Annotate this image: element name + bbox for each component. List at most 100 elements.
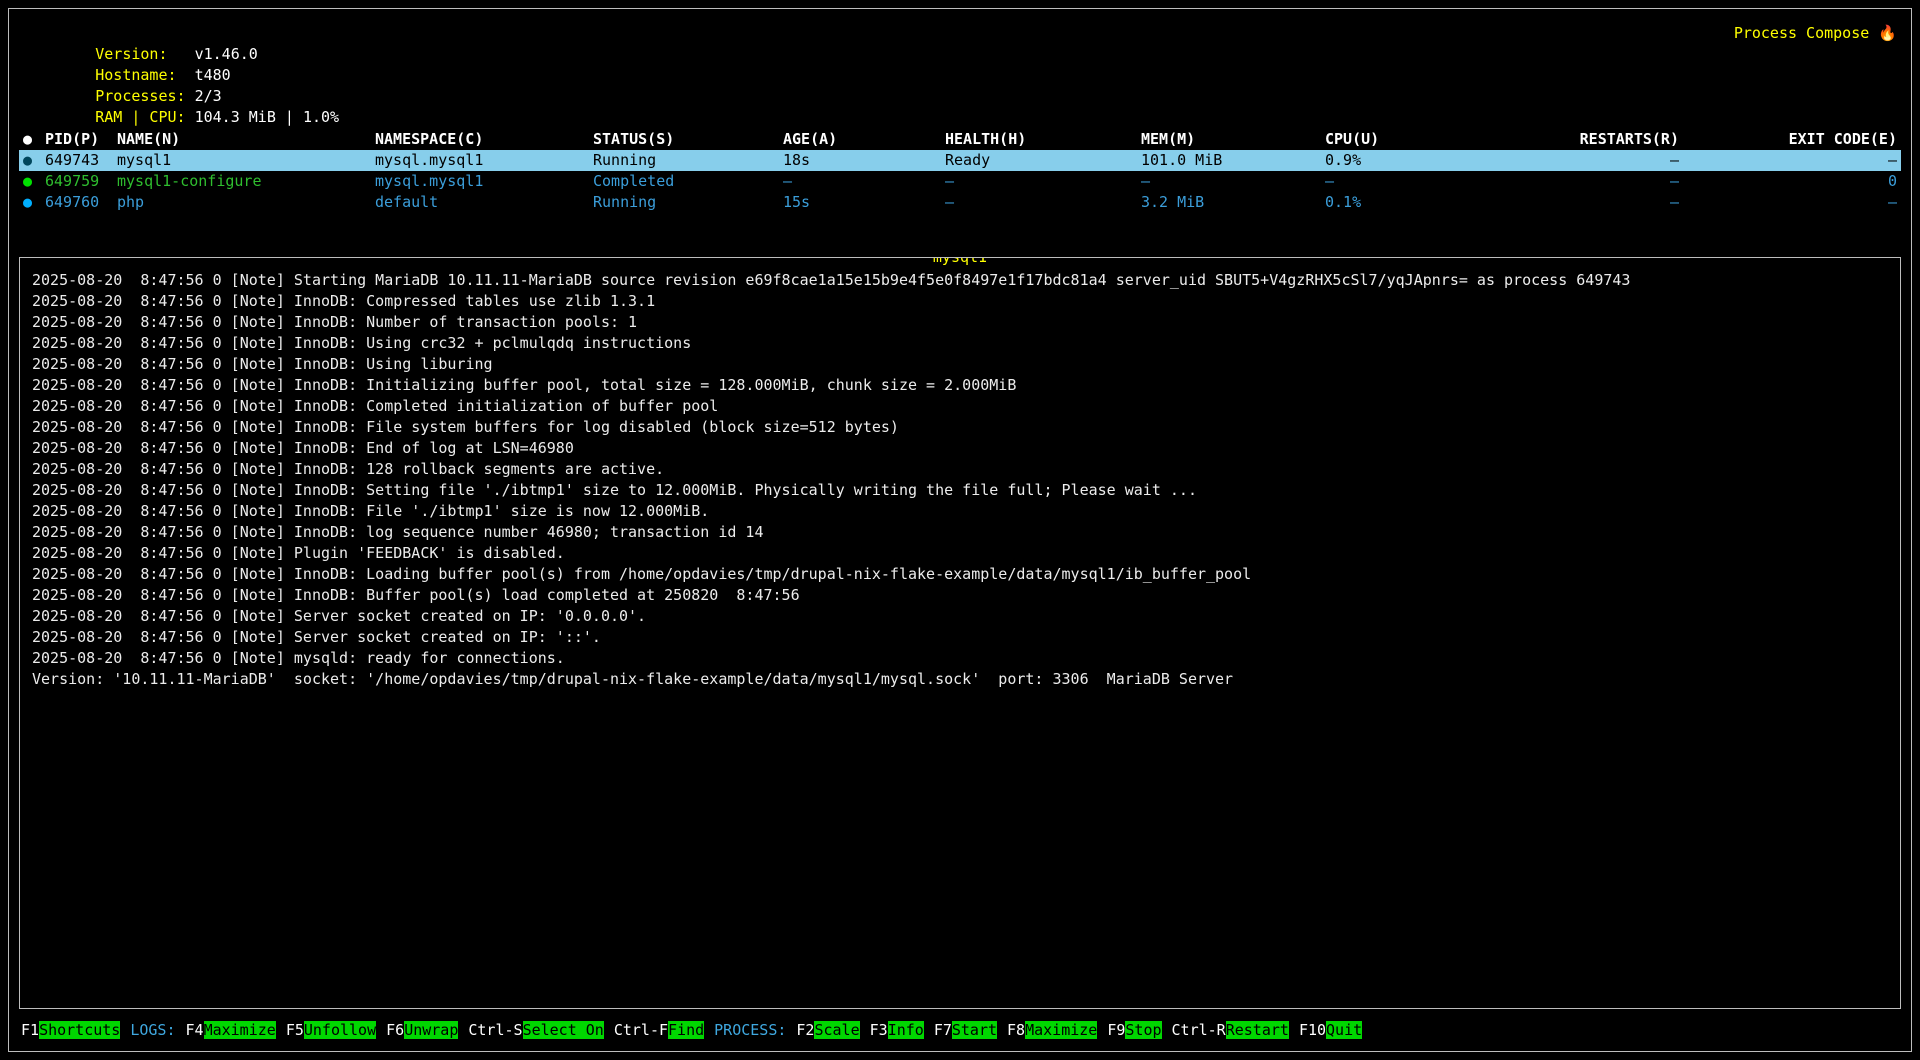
cell-restarts: – <box>1499 150 1679 171</box>
log-line: 2025-08-20 8:47:56 0 [Note] InnoDB: Numb… <box>32 312 1890 333</box>
process-table-header: ●PID(P)NAME(N)NAMESPACE(C)STATUS(S)AGE(A… <box>19 129 1901 150</box>
process-compose-window: Version:v1.46.0 Hostname:t480 Processes:… <box>8 8 1912 1052</box>
cell-exit_code: 0 <box>1679 171 1897 192</box>
log-line: 2025-08-20 8:47:56 0 [Note] InnoDB: Usin… <box>32 333 1890 354</box>
hotkey-chip[interactable]: Info <box>888 1021 924 1039</box>
hotkey-info[interactable]: F3Info <box>870 1019 924 1041</box>
hotkey-key: F8 <box>1007 1021 1025 1039</box>
column-header-pid[interactable]: PID(P) <box>45 129 117 150</box>
cell-restarts: – <box>1499 171 1679 192</box>
cell-cpu: 0.1% <box>1325 192 1499 213</box>
hotkey-key: F1 <box>21 1021 39 1039</box>
ram-cpu-label: RAM | CPU: <box>95 107 194 128</box>
log-line: 2025-08-20 8:47:56 0 [Note] Server socke… <box>32 627 1890 648</box>
log-line: 2025-08-20 8:47:56 0 [Note] InnoDB: Usin… <box>32 354 1890 375</box>
hotkey-key: Ctrl-S <box>468 1021 522 1039</box>
cell-restarts: – <box>1499 192 1679 213</box>
cell-namespace: default <box>375 192 593 213</box>
column-header-namespace[interactable]: NAMESPACE(C) <box>375 129 593 150</box>
cell-age: 15s <box>783 192 945 213</box>
ram-cpu-value: 104.3 MiB | 1.0% <box>195 108 340 126</box>
log-line: 2025-08-20 8:47:56 0 [Note] InnoDB: Buff… <box>32 585 1890 606</box>
cell-pid: 649760 <box>45 192 117 213</box>
cell-age: 18s <box>783 150 945 171</box>
hotkey-chip[interactable]: Stop <box>1125 1021 1161 1039</box>
hotkey-select-on[interactable]: Ctrl-SSelect On <box>468 1019 603 1041</box>
process-status-dot-icon: ● <box>23 192 45 213</box>
hotkey-chip[interactable]: Find <box>668 1021 704 1039</box>
log-line: 2025-08-20 8:47:56 0 [Note] InnoDB: File… <box>32 417 1890 438</box>
hotkey-unwrap[interactable]: F6Unwrap <box>386 1019 458 1041</box>
hotkey-chip[interactable]: Quit <box>1326 1021 1362 1039</box>
hotkey-chip[interactable]: Restart <box>1226 1021 1289 1039</box>
hotkey-key: F7 <box>934 1021 952 1039</box>
column-header-cpu[interactable]: CPU(U) <box>1325 129 1499 150</box>
process-row-php[interactable]: ●649760phpdefaultRunning15s–3.2 MiB0.1%–… <box>19 192 1901 213</box>
cell-health: – <box>945 171 1141 192</box>
hotkey-key: F10 <box>1299 1021 1326 1039</box>
system-info: Version:v1.46.0 Hostname:t480 Processes:… <box>23 23 339 107</box>
hotkey-quit[interactable]: F10Quit <box>1299 1019 1362 1041</box>
hotkey-unfollow[interactable]: F5Unfollow <box>286 1019 376 1041</box>
column-header-health[interactable]: HEALTH(H) <box>945 129 1141 150</box>
column-header-name[interactable]: NAME(N) <box>117 129 375 150</box>
column-header-exit_code[interactable]: EXIT CODE(E) <box>1679 129 1897 150</box>
hotkey-chip[interactable]: Maximize <box>1025 1021 1097 1039</box>
log-line: 2025-08-20 8:47:56 0 [Note] InnoDB: Load… <box>32 564 1890 585</box>
log-panel-title: mysql1 <box>932 257 988 268</box>
hotkey-scale[interactable]: F2Scale <box>796 1019 859 1041</box>
hotkey-maximize[interactable]: F4Maximize <box>186 1019 276 1041</box>
hostname-label: Hostname: <box>95 65 194 86</box>
hotkey-stop[interactable]: F9Stop <box>1107 1019 1161 1041</box>
log-line: 2025-08-20 8:47:56 0 [Note] InnoDB: End … <box>32 438 1890 459</box>
cell-cpu: 0.9% <box>1325 150 1499 171</box>
app-title-text: Process Compose <box>1734 24 1879 42</box>
cell-health: Ready <box>945 150 1141 171</box>
cell-health: – <box>945 192 1141 213</box>
hotkey-start[interactable]: F7Start <box>934 1019 997 1041</box>
hotkey-key: F6 <box>386 1021 404 1039</box>
column-header-mem[interactable]: MEM(M) <box>1141 129 1325 150</box>
hotkey-key: F4 <box>186 1021 204 1039</box>
column-header-age[interactable]: AGE(A) <box>783 129 945 150</box>
hotkey-key: F3 <box>870 1021 888 1039</box>
hotkey-chip[interactable]: Shortcuts <box>39 1021 120 1039</box>
hotkey-section-label-text: LOGS: <box>130 1021 175 1039</box>
process-table-body: ●649743mysql1mysql.mysql1Running18sReady… <box>19 150 1901 213</box>
process-status-dot-icon: ● <box>23 150 45 171</box>
cell-cpu: – <box>1325 171 1499 192</box>
hotkey-chip[interactable]: Maximize <box>204 1021 276 1039</box>
app-title: Process Compose 🔥 <box>1734 23 1897 44</box>
hotkey-find[interactable]: Ctrl-FFind <box>614 1019 704 1041</box>
hostname-value: t480 <box>195 66 231 84</box>
log-panel[interactable]: mysql1 2025-08-20 8:47:56 0 [Note] Start… <box>19 257 1901 1009</box>
hotkey-chip[interactable]: Scale <box>814 1021 859 1039</box>
hotkey-key: Ctrl-R <box>1172 1021 1226 1039</box>
hotkey-chip[interactable]: Unfollow <box>304 1021 376 1039</box>
log-line: 2025-08-20 8:47:56 0 [Note] Starting Mar… <box>32 270 1890 291</box>
column-header-restarts[interactable]: RESTARTS(R) <box>1499 129 1679 150</box>
cell-mem: 3.2 MiB <box>1141 192 1325 213</box>
column-header-status[interactable]: STATUS(S) <box>593 129 783 150</box>
cell-status: Running <box>593 192 783 213</box>
processes-label: Processes: <box>95 86 194 107</box>
cell-mem: 101.0 MiB <box>1141 150 1325 171</box>
hotkey-section-label: PROCESS: <box>714 1019 786 1041</box>
hotkey-chip[interactable]: Unwrap <box>404 1021 458 1039</box>
hotkey-restart[interactable]: Ctrl-RRestart <box>1172 1019 1289 1041</box>
version-value: v1.46.0 <box>195 45 258 63</box>
process-row-mysql1[interactable]: ●649743mysql1mysql.mysql1Running18sReady… <box>19 150 1901 171</box>
hotkey-section-label-text: PROCESS: <box>714 1021 786 1039</box>
cell-exit_code: – <box>1679 192 1897 213</box>
hotkey-chip[interactable]: Start <box>952 1021 997 1039</box>
cell-exit_code: – <box>1679 150 1897 171</box>
hotkey-shortcuts[interactable]: F1Shortcuts <box>21 1019 120 1041</box>
cell-status: Running <box>593 150 783 171</box>
hotkey-bar: F1ShortcutsLOGS:F4MaximizeF5UnfollowF6Un… <box>19 1019 1901 1043</box>
cell-name: php <box>117 192 375 213</box>
hotkey-key: F2 <box>796 1021 814 1039</box>
hotkey-chip[interactable]: Select On <box>523 1021 604 1039</box>
process-row-mysql1-configure[interactable]: ●649759mysql1-configuremysql.mysql1Compl… <box>19 171 1901 192</box>
log-line: 2025-08-20 8:47:56 0 [Note] Plugin 'FEED… <box>32 543 1890 564</box>
hotkey-maximize[interactable]: F8Maximize <box>1007 1019 1097 1041</box>
